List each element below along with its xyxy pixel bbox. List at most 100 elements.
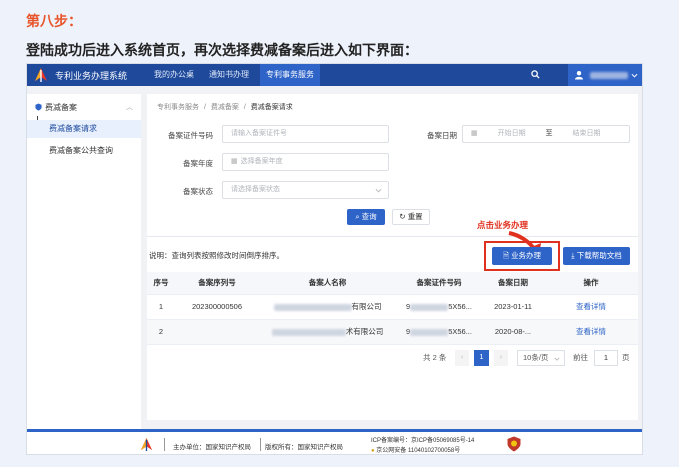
name-suffix: 术有限公司 [345,327,384,336]
list-note: 说明：查询列表按照修改时间倒序排序。 [149,251,284,260]
query-button[interactable]: ⌕ 查询 [347,209,385,225]
cert-suffix: 5X56... [448,327,472,336]
logo-icon [140,437,153,452]
name-blurred [273,303,352,311]
chevron-down-icon [375,188,382,193]
app-title: 专利业务办理系统 [55,71,128,81]
download-help-button[interactable]: ⤓ 下载帮助文档 [563,247,630,265]
main-panel: 专利事务服务 / 费减备案 / 费减备案请求 备案证件号码 请输入备案证件号 备… [147,94,638,420]
total-count: 共 2 条 [423,353,447,362]
next-page-button[interactable]: › [494,350,508,366]
goto-label: 前往 [573,353,588,362]
footer-icp: ICP备案编号：京ICP备05069085号-14 [371,438,475,444]
table-row: 1 202300000506 有限公司 9 5X56... 2023-01-11 … [147,294,638,320]
step-title: 第八步： [26,13,82,29]
cell-date: 2023-01-11 [482,294,544,320]
prev-page-button[interactable]: ‹ [455,350,469,366]
reset-button[interactable]: ↻ 重置 [392,209,430,225]
footer-divider [260,438,261,451]
cell-date: 2020-08-... [482,319,544,345]
cell-index: 1 [147,294,175,320]
reset-button-label: 重置 [407,212,423,221]
breadcrumb: 专利事务服务 / 费减备案 / 费减备案请求 [157,102,293,112]
query-button-label: 查询 [361,212,377,221]
name-suffix: 有限公司 [351,302,382,311]
page-1-button[interactable]: 1 [474,350,489,366]
cert-suffix: 5X56... [448,302,472,311]
sidebar-group-label: 费减备案 [45,103,77,112]
sidebar-item-request[interactable]: 费减备案请求 [27,120,141,138]
status-placeholder: 请选择备案状态 [231,186,280,193]
cell-action: 查看详情 [544,319,638,345]
business-handle-label: 业务办理 [511,251,542,260]
sidebar-group-fee-reduction[interactable]: 费减备案 ︿ [27,100,141,116]
app-screenshot: 专利业务办理系统 我的办公桌 通知书办理 专利事务服务 费减备案 ︿ 费减备案请… [26,63,643,455]
name-blurred [271,328,346,336]
cell-cert: 9 5X56... [396,294,482,320]
col-serial: 备案序列号 [175,272,259,295]
user-icon [575,71,583,80]
chevron-down-icon [631,73,638,78]
col-name: 备案人名称 [259,272,396,295]
cert-no-label: 备案证件号码 [168,131,213,140]
breadcrumb-separator: / [243,104,246,111]
records-table: 序号 备案序列号 备案人名称 备案证件号码 备案日期 操作 1 20230000… [147,272,638,345]
sidebar-item-public-query[interactable]: 费减备案公共查询 [27,142,141,160]
user-menu[interactable] [568,64,642,86]
breadcrumb-item[interactable]: 费减备案 [211,104,239,111]
file-icon: 🗎 [502,251,509,260]
police-emblem-icon: ● [371,448,375,454]
goto-page-input[interactable]: 1 [594,350,618,366]
view-details-link[interactable]: 查看详情 [576,302,606,311]
sidebar: 费减备案 ︿ 费减备案请求 费减备案公共查询 [27,94,141,454]
col-date: 备案日期 [482,272,544,295]
date-end-placeholder: 结束日期 [572,130,601,137]
search-icon[interactable] [524,64,546,86]
cell-name: 有限公司 [259,294,396,320]
cell-action: 查看详情 [544,294,638,320]
refresh-icon: ↻ [399,212,406,221]
col-index: 序号 [147,272,175,295]
cert-no-input[interactable]: 请输入备案证件号 [222,125,389,143]
date-start-placeholder: 开始日期 [497,130,526,137]
footer-divider [164,438,165,451]
download-icon: ⤓ [571,251,575,260]
year-picker[interactable]: ▦ 选择备案年度 [222,153,389,171]
breadcrumb-separator: / [203,104,206,111]
footer-police: ● 京公网安备 11040102700058号 [371,445,460,454]
date-range-picker[interactable]: ▦ 开始日期 至 结束日期 [462,125,630,143]
cell-cert: 9 5X56... [396,319,482,345]
breadcrumb-item[interactable]: 专利事务服务 [157,104,199,111]
date-separator: 至 [545,130,553,137]
callout-label: 点击业务办理 [477,220,529,230]
footer: 主办单位：国家知识产权局 版权所有：国家知识产权局 ICP备案编号：京ICP备0… [27,429,642,454]
chevron-up-icon: ︿ [126,104,133,111]
search-icon: ⌕ [355,212,360,221]
breadcrumb-current: 费减备案请求 [250,104,293,111]
divider [147,236,638,237]
year-label: 备案年度 [183,159,213,168]
year-placeholder: 选择备案年度 [240,158,283,165]
table-header: 序号 备案序列号 备案人名称 备案证件号码 备案日期 操作 [147,272,638,295]
page-unit: 页 [622,353,630,362]
business-handle-button[interactable]: 🗎 业务办理 [492,247,552,265]
police-badge-icon [507,436,521,452]
col-action: 操作 [544,272,638,295]
nav-patient-services[interactable]: 专利事务服务 [260,64,320,86]
status-label: 备案状态 [183,187,213,196]
step-description: 登陆成功后进入系统首页，再次选择费减备案后进入如下界面： [26,42,418,58]
cell-index: 2 [147,319,175,345]
top-bar: 专利业务办理系统 我的办公桌 通知书办理 专利事务服务 [27,64,642,86]
cell-serial: 202300000506 [175,294,259,320]
chevron-down-icon [554,357,560,361]
nav-notice[interactable]: 通知书办理 [203,64,255,86]
status-select[interactable]: 请选择备案状态 [222,181,389,199]
calendar-icon: ▦ [471,130,478,137]
page-size-select[interactable]: 10条/页 [517,350,565,366]
page-size-value: 10条/页 [523,353,549,362]
view-details-link[interactable]: 查看详情 [576,327,606,336]
footer-copyright: 版权所有：国家知识产权局 [265,444,343,451]
cell-name: 术有限公司 [259,319,396,345]
footer-police-text: 京公网安备 11040102700058号 [376,448,461,454]
nav-desk[interactable]: 我的办公桌 [148,64,200,86]
